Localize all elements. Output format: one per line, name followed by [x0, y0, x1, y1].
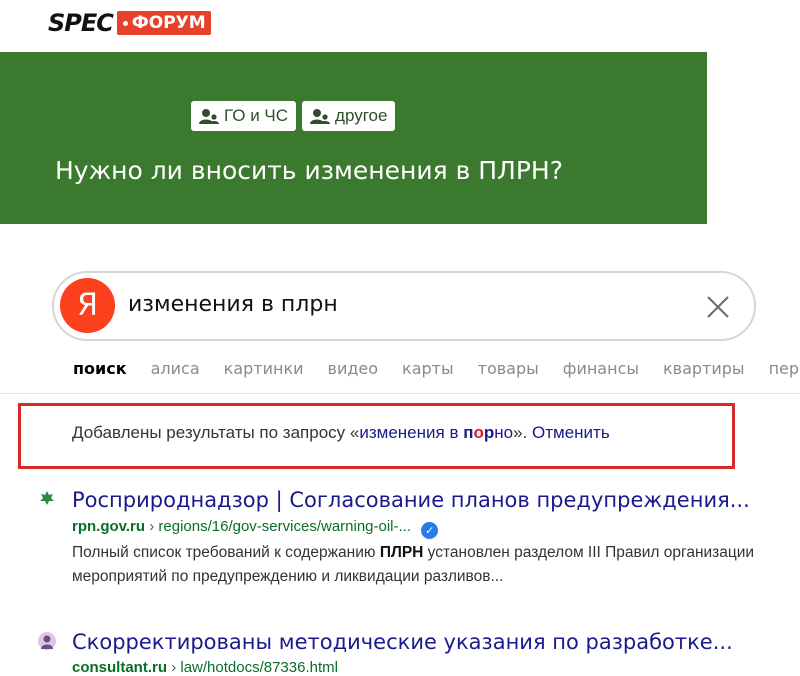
users-icon [199, 109, 219, 124]
snippet-pre: Полный список требований к содержанию [72, 544, 380, 561]
tag-label: другое [335, 106, 388, 125]
topic-tags: ГО и ЧС другое [191, 101, 396, 131]
tag-label: ГО и ЧС [224, 106, 289, 125]
tab-maps[interactable]: карты [402, 359, 454, 378]
tabs-divider [0, 393, 800, 394]
tab-products[interactable]: товары [478, 359, 539, 378]
consultant-avatar-icon [38, 632, 56, 650]
yandex-logo-icon[interactable]: Я [60, 278, 115, 333]
notice-prefix: Добавлены результаты по запросу « [72, 423, 360, 442]
logo-dot-icon [122, 20, 128, 26]
notice-query-o: о [473, 423, 484, 442]
topic-title: Нужно ли вносить изменения в ПЛРН? [55, 156, 563, 185]
search-query-text[interactable]: изменения в плрн [128, 292, 338, 317]
close-icon[interactable] [703, 292, 733, 322]
verified-check-icon: ✓ [421, 522, 439, 539]
result-host: consultant.ru [72, 659, 168, 676]
notice-query-p: п [463, 423, 474, 442]
result-url[interactable]: consultant.ru › law/hotdocs/87336.html [72, 659, 338, 676]
result-path: regions/16/gov-services/warning-oil-... [158, 518, 412, 535]
notice-query-end: но [494, 423, 514, 442]
notice-query[interactable]: изменения в порно [359, 423, 513, 442]
tab-finance[interactable]: финансы [563, 359, 639, 378]
tab-apartments[interactable]: квартиры [663, 359, 745, 378]
users-icon [310, 109, 331, 124]
cancel-link[interactable]: Отменить [532, 423, 610, 442]
notice-query-r: р [483, 423, 495, 442]
search-tabs: поиск алиса картинки видео карты товары … [73, 359, 800, 378]
logo-forum-badge: ФОРУМ [116, 11, 211, 35]
logo-forum-text: ФОРУМ [131, 13, 206, 33]
tab-video[interactable]: видео [328, 359, 379, 378]
url-separator: › [171, 659, 177, 676]
result-url[interactable]: rpn.gov.ru › regions/16/gov-services/war… [72, 518, 439, 539]
url-separator: › [149, 518, 155, 535]
tag-go-chs[interactable]: ГО и ЧС [191, 101, 297, 131]
result-path: law/hotdocs/87336.html [180, 659, 338, 676]
rpn-emblem-icon [40, 491, 54, 505]
topic-banner [0, 52, 707, 224]
notice-query-start: изменения в [359, 423, 464, 442]
result-snippet: Полный список требований к содержанию ПЛ… [72, 541, 772, 589]
tab-more[interactable]: пер [769, 359, 799, 378]
notice-suffix: ». [513, 423, 533, 442]
result-title-link[interactable]: Скорректированы методические указания по… [72, 630, 733, 654]
snippet-bold: ПЛРН [379, 544, 424, 561]
spelling-notice: Добавлены результаты по запросу «изменен… [72, 423, 610, 443]
tab-search[interactable]: поиск [73, 359, 127, 378]
tab-images[interactable]: картинки [224, 359, 304, 378]
result-title-link[interactable]: Росприроднадзор | Согласование планов пр… [72, 488, 750, 512]
spec-forum-logo[interactable]: SPEC ФОРУМ [48, 8, 211, 38]
result-host: rpn.gov.ru [72, 518, 146, 535]
tab-alisa[interactable]: алиса [151, 359, 200, 378]
logo-spec-text: SPEC [48, 9, 114, 37]
tag-drugoe[interactable]: другое [302, 101, 396, 131]
